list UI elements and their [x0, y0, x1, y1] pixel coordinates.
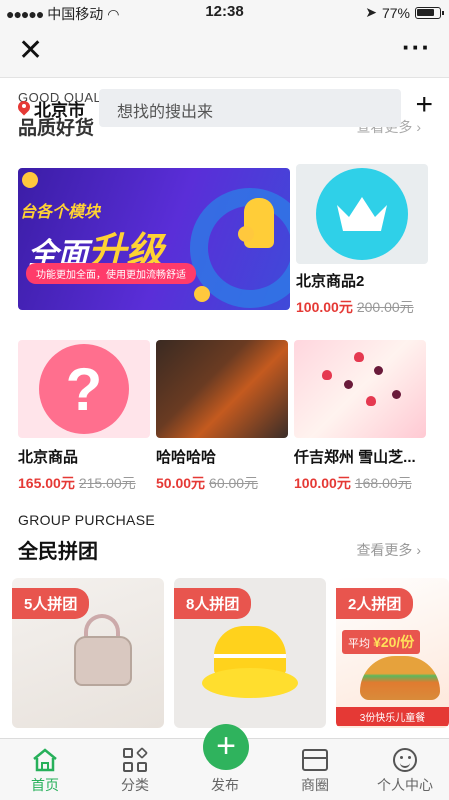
product-name: 仟吉郑州 雪山芝... — [294, 449, 416, 466]
price-current: 100.00元 — [294, 475, 351, 491]
product-card[interactable]: 仟吉郑州 雪山芝... 100.00元 168.00元 — [294, 340, 426, 493]
tab-store-label: 商圈 — [301, 777, 329, 793]
plus-icon: + — [216, 727, 236, 765]
question-icon: ? — [39, 344, 129, 434]
price-old: 200.00元 — [356, 299, 414, 315]
home-icon — [33, 748, 57, 772]
group-label-en: GROUP PURCHASE — [18, 512, 155, 528]
product-price: 50.00元 60.00元 — [156, 473, 288, 493]
product-card[interactable]: ? 北京商品 165.00元 215.00元 — [18, 340, 150, 493]
category-icon — [123, 746, 149, 772]
status-bar: ●●●●● 中国移动 ◠ 12:38 ➤ 77% — [0, 0, 449, 26]
product-card[interactable]: 哈哈哈哈 50.00元 60.00元 — [156, 340, 288, 493]
city-selector[interactable]: 北京市 — [18, 96, 85, 121]
tab-category[interactable]: 分类 — [100, 745, 170, 795]
hat-stripe — [214, 654, 286, 658]
product-name: 哈哈哈哈 — [156, 449, 217, 466]
avg-price-badge: 平均 ¥20/份 — [342, 630, 421, 654]
avg-price-prefix: 平均 — [348, 638, 374, 650]
search-input[interactable]: 想找的搜出来 — [99, 89, 401, 127]
tab-publish[interactable]: 发布 — [190, 775, 260, 795]
tab-home-label: 首页 — [31, 777, 59, 793]
tab-profile-label: 个人中心 — [377, 777, 433, 793]
coin-icon — [194, 286, 210, 302]
product-card[interactable]: 北京商品2 100.00元 200.00元 — [296, 164, 428, 317]
user-icon — [393, 748, 417, 772]
group-tag: 8人拼团 — [174, 588, 252, 619]
strawberry-decoration — [354, 352, 364, 362]
status-right: ➤ 77% — [365, 4, 444, 21]
strawberry-decoration — [322, 370, 332, 380]
product-name: 北京商品 — [18, 449, 79, 466]
handbag-image — [74, 636, 132, 686]
burger-image — [360, 656, 440, 700]
group-title: 全民拼团 — [18, 541, 98, 563]
group-tag: 5人拼团 — [12, 588, 90, 619]
battery-icon — [415, 6, 444, 19]
location-pin-icon — [18, 101, 30, 117]
coin-icon — [22, 172, 38, 188]
city-label: 北京市 — [34, 101, 85, 120]
banner-pill: 功能更加全面，使用更加流畅舒适 — [26, 263, 196, 284]
hat-top — [214, 626, 286, 674]
price-current: 50.00元 — [156, 475, 206, 491]
location-icon: ➤ — [365, 4, 377, 20]
top-nav-bar: ✕ ··· — [0, 26, 449, 78]
publish-plus-button[interactable]: + — [203, 724, 249, 770]
coin-icon — [238, 226, 254, 242]
group-card[interactable]: 8人拼团 — [174, 578, 326, 728]
add-icon[interactable]: + — [415, 90, 433, 120]
group-tag: 2人拼团 — [336, 588, 414, 619]
product-price: 100.00元 200.00元 — [296, 297, 428, 317]
price-old: 215.00元 — [78, 475, 136, 491]
store-icon — [302, 749, 328, 771]
see-more-group[interactable]: 查看更多 › — [356, 540, 421, 560]
crown-icon — [316, 168, 408, 260]
more-icon[interactable]: ··· — [402, 32, 431, 63]
price-old: 168.00元 — [354, 475, 412, 491]
berry-decoration — [392, 390, 401, 399]
berry-decoration — [374, 366, 383, 375]
promo-banner[interactable]: 台各个模块 全面升级 功能更加全面，使用更加流畅舒适 — [18, 168, 290, 310]
tab-publish-label: 发布 — [211, 777, 239, 793]
close-icon[interactable]: ✕ — [18, 36, 43, 66]
battery-percent: 77% — [381, 4, 410, 21]
product-image — [296, 164, 428, 264]
berry-decoration — [344, 380, 353, 389]
price-old: 60.00元 — [209, 475, 259, 491]
card-footer-label: 3份快乐儿童餐 — [336, 707, 449, 726]
tab-category-label: 分类 — [121, 777, 149, 793]
price-current: 100.00元 — [296, 299, 353, 315]
product-price: 165.00元 215.00元 — [18, 473, 150, 493]
product-image — [294, 340, 426, 438]
product-image — [156, 340, 288, 438]
strawberry-decoration — [366, 396, 376, 406]
group-card[interactable]: 5人拼团 — [12, 578, 164, 728]
tab-home[interactable]: 首页 — [10, 745, 80, 795]
product-price: 100.00元 168.00元 — [294, 473, 426, 493]
tab-store[interactable]: 商圈 — [280, 745, 350, 795]
price-current: 165.00元 — [18, 475, 75, 491]
banner-line1: 台各个模块 — [20, 204, 101, 221]
product-image: ? — [18, 340, 150, 438]
avg-price-value: ¥20/份 — [373, 634, 415, 650]
bucket-hat-image — [202, 626, 298, 704]
product-name: 北京商品2 — [296, 273, 365, 290]
group-card[interactable]: 平均 ¥20/份 3份快乐儿童餐 2人拼团 — [336, 578, 449, 728]
tab-profile[interactable]: 个人中心 — [370, 745, 440, 795]
hat-brim — [202, 668, 298, 698]
